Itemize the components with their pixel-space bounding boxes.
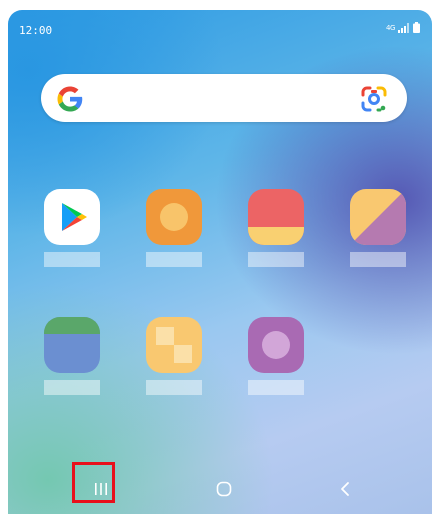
app-label [146, 252, 202, 267]
app-play-store[interactable] [44, 189, 100, 269]
back-button[interactable] [320, 464, 370, 514]
red-yellow-icon [248, 189, 304, 245]
yellow-squares-icon [146, 317, 202, 373]
home-button[interactable] [199, 464, 249, 514]
app-green-blue[interactable] [44, 317, 100, 397]
app-orange-circle[interactable] [146, 189, 202, 269]
app-yellow-purple[interactable] [350, 189, 406, 269]
app-red-yellow[interactable] [248, 189, 304, 269]
app-label [248, 252, 304, 267]
home-icon [216, 481, 232, 497]
status-icons: 4G [386, 22, 420, 33]
purple-circle-icon [248, 317, 304, 373]
app-label [44, 380, 100, 395]
app-purple-circle[interactable] [248, 317, 304, 397]
recents-highlight-box [72, 462, 115, 503]
google-lens-icon[interactable] [359, 84, 389, 114]
google-logo-icon [57, 86, 83, 112]
app-label [44, 252, 100, 267]
app-yellow-squares[interactable] [146, 317, 202, 397]
app-label [248, 380, 304, 395]
status-time: 12:00 [19, 24, 53, 37]
network-type-icon: 4G [386, 23, 395, 32]
google-search-bar[interactable] [41, 74, 407, 122]
app-label [350, 252, 406, 267]
yellow-purple-diagonal-icon [350, 189, 406, 245]
battery-icon [413, 22, 420, 33]
signal-icon [398, 22, 409, 33]
back-icon [341, 482, 349, 496]
app-label [146, 380, 202, 395]
green-blue-icon [44, 317, 100, 373]
orange-circle-icon [146, 189, 202, 245]
home-screen: 12:00 4G [8, 10, 432, 514]
status-bar: 12:00 4G [8, 10, 432, 46]
play-store-icon [44, 189, 100, 245]
